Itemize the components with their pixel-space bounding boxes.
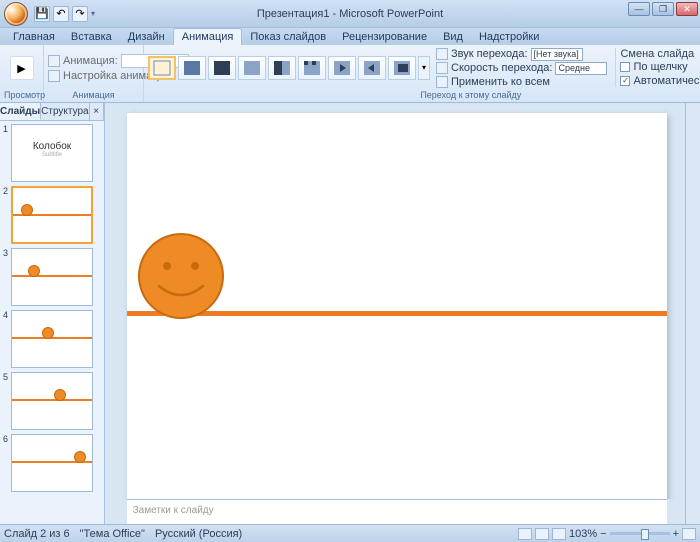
close-panel-icon[interactable]: × <box>90 103 104 120</box>
tab-slides[interactable]: Слайды <box>0 103 41 120</box>
ribbon-tab-7[interactable]: Надстройки <box>471 29 547 45</box>
kolobok-shape <box>137 232 225 320</box>
slide-thumb[interactable] <box>11 248 93 306</box>
group-label-preview: Просмотр <box>4 89 39 100</box>
window-controls: — ❐ ✕ <box>628 2 698 16</box>
transition-none[interactable] <box>148 56 176 80</box>
slide-number: 6 <box>3 434 11 492</box>
normal-view-button[interactable] <box>518 528 532 540</box>
vertical-scrollbar[interactable] <box>685 103 700 524</box>
apply-all-button[interactable]: Применить ко всем <box>436 76 607 88</box>
save-icon[interactable]: 💾 <box>34 6 50 22</box>
slide-thumb[interactable] <box>11 372 93 430</box>
ribbon-tab-3[interactable]: Анимация <box>173 28 243 45</box>
anim-star-icon <box>48 55 60 67</box>
close-button[interactable]: ✕ <box>676 2 698 16</box>
ribbon-tab-1[interactable]: Вставка <box>63 29 120 45</box>
slide-item-4[interactable]: 4 <box>3 310 101 368</box>
transition-gallery-more[interactable]: ▾ <box>418 56 430 80</box>
redo-icon[interactable]: ↷ <box>72 6 88 22</box>
speed-icon <box>436 62 448 74</box>
work-area: Слайды Структура × 1КолобокSubtitle23456… <box>0 103 700 524</box>
sound-icon <box>436 48 448 60</box>
ribbon-tab-4[interactable]: Показ слайдов <box>242 29 334 45</box>
on-click-label: По щелчку <box>633 61 687 73</box>
fit-window-button[interactable] <box>682 528 696 540</box>
status-lang: Русский (Россия) <box>155 528 242 540</box>
slide-thumb[interactable]: КолобокSubtitle <box>11 124 93 182</box>
anim-settings-icon <box>48 70 60 82</box>
slide-item-3[interactable]: 3 <box>3 248 101 306</box>
main-editor: Заметки к слайду <box>105 103 685 524</box>
sound-label: Звук перехода: <box>451 48 528 60</box>
transition-cut[interactable] <box>208 56 236 80</box>
ribbon-tab-0[interactable]: Главная <box>5 29 63 45</box>
slide-number: 3 <box>3 248 11 306</box>
slide-thumb[interactable] <box>11 310 93 368</box>
zoom-level: 103% <box>569 528 597 540</box>
preview-icon: ▶ <box>10 56 34 80</box>
ribbon: ▶ Просмотр Анимация: Настройка анимации … <box>0 45 700 103</box>
notes-pane[interactable]: Заметки к слайду <box>127 499 667 524</box>
slide-item-5[interactable]: 5 <box>3 372 101 430</box>
slide-canvas[interactable] <box>127 113 667 499</box>
quick-access-toolbar: 💾 ↶ ↷ ▾ <box>34 6 95 22</box>
slide-number: 1 <box>3 124 11 182</box>
transition-push-right[interactable] <box>358 56 386 80</box>
office-button[interactable] <box>4 2 28 26</box>
status-slide-pos: Слайд 2 из 6 <box>4 528 70 540</box>
status-bar: Слайд 2 из 6 "Тема Office" Русский (Росс… <box>0 524 700 542</box>
slides-list: 1КолобокSubtitle23456 <box>0 121 104 524</box>
group-label-transition: Переход к этому слайду <box>148 88 700 100</box>
auto-after-label: Автоматически после: <box>633 75 700 87</box>
transition-wipe[interactable] <box>268 56 296 80</box>
slide-number: 2 <box>3 186 11 244</box>
qat-dropdown-icon[interactable]: ▾ <box>91 9 95 18</box>
slide-item-1[interactable]: 1КолобокSubtitle <box>3 124 101 182</box>
slide-panel: Слайды Структура × 1КолобокSubtitle23456 <box>0 103 105 524</box>
zoom-in-button[interactable]: + <box>673 528 679 540</box>
status-theme: "Тема Office" <box>80 528 145 540</box>
speed-label: Скорость перехода: <box>451 62 552 74</box>
sorter-view-button[interactable] <box>535 528 549 540</box>
slide-thumb[interactable] <box>11 186 93 244</box>
preview-button[interactable]: ▶ <box>4 56 39 80</box>
zoom-slider[interactable] <box>610 532 670 535</box>
title-bar: 💾 ↶ ↷ ▾ Презентация1 - Microsoft PowerPo… <box>0 0 700 27</box>
anim-label: Анимация: <box>63 55 118 67</box>
minimize-button[interactable]: — <box>628 2 650 16</box>
advance-title: Смена слайда <box>620 48 700 60</box>
slideshow-view-button[interactable] <box>552 528 566 540</box>
maximize-button[interactable]: ❐ <box>652 2 674 16</box>
ribbon-tab-2[interactable]: Дизайн <box>120 29 173 45</box>
ribbon-tab-5[interactable]: Рецензирование <box>334 29 435 45</box>
window-title: Презентация1 - Microsoft PowerPoint <box>257 8 443 20</box>
group-label-animation: Анимация <box>48 89 139 100</box>
slide-number: 5 <box>3 372 11 430</box>
speed-combo[interactable]: Средне <box>555 62 607 75</box>
transition-checker[interactable] <box>298 56 326 80</box>
transition-push-left[interactable] <box>328 56 356 80</box>
transition-fade[interactable] <box>178 56 206 80</box>
slide-item-2[interactable]: 2 <box>3 186 101 244</box>
ribbon-tab-6[interactable]: Вид <box>435 29 471 45</box>
transition-dissolve[interactable] <box>238 56 266 80</box>
tab-outline[interactable]: Структура <box>41 103 89 120</box>
sound-combo[interactable]: [Нет звука] <box>531 48 583 61</box>
ribbon-tabs: ГлавнаяВставкаДизайнАнимацияПоказ слайдо… <box>0 27 700 45</box>
on-click-checkbox[interactable] <box>620 62 630 72</box>
slide-item-6[interactable]: 6 <box>3 434 101 492</box>
zoom-out-button[interactable]: − <box>600 528 606 540</box>
apply-all-icon <box>436 76 448 88</box>
slide-thumb[interactable] <box>11 434 93 492</box>
auto-after-checkbox[interactable]: ✓ <box>620 76 630 86</box>
transition-cover[interactable] <box>388 56 416 80</box>
undo-icon[interactable]: ↶ <box>53 6 69 22</box>
slide-number: 4 <box>3 310 11 368</box>
